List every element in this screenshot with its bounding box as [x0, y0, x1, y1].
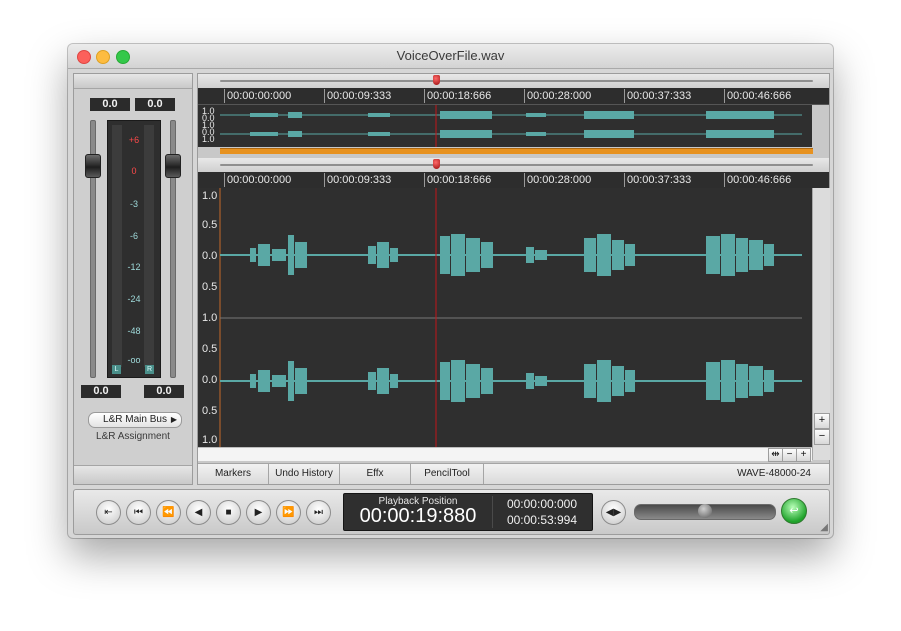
zoom-to-fit-button[interactable]: ⇹ [768, 448, 783, 462]
bus-assignment-label: L&R Main Bus [103, 414, 167, 425]
overview-scrub-line [220, 80, 813, 82]
main-waveform-graphic [219, 188, 802, 447]
selection-range-bar[interactable] [220, 148, 813, 154]
meter-scale-label: 0 [131, 166, 137, 176]
ruler-label: 00:00:18:666 [424, 173, 491, 187]
return-icon[interactable]: ↩ [781, 498, 807, 524]
vertical-zoom-out-button[interactable]: − [814, 429, 830, 445]
display-divider [492, 496, 493, 528]
ruler-label: 00:00:28:000 [524, 89, 591, 103]
tab-markers[interactable]: Markers [198, 464, 269, 484]
go-to-start-button[interactable]: ⇤ [96, 500, 121, 525]
triangle-right-icon: ▶ [170, 415, 177, 424]
overview-playhead-handle[interactable] [433, 75, 440, 85]
meter-scale-label: +6 [128, 135, 140, 145]
main-scrub-bar[interactable] [198, 158, 829, 172]
left-fader-value: 0.0 [90, 98, 130, 111]
ruler-label: 00:00:37:333 [624, 89, 691, 103]
playback-position-display: Playback Position 00:00:19:880 00:00:00:… [343, 493, 593, 531]
main-waveform[interactable]: 1.0 0.5 0.0 0.5 1.0 0.5 0.0 0.5 1.0 [198, 188, 812, 447]
ruler-label: 00:00:00:000 [224, 89, 291, 103]
title-bar: VoiceOverFile.wav [68, 44, 833, 69]
overview-waveform-graphic [220, 105, 802, 147]
ruler-label: 00:00:00:000 [224, 173, 291, 187]
horizontal-zoom-out-button[interactable]: − [782, 448, 797, 462]
bottom-tab-bar: Markers Undo History Effx PencilTool WAV… [198, 463, 829, 484]
right-fader-knob[interactable] [165, 154, 181, 178]
overview-time-ruler[interactable]: 00:00:00:000 00:00:09:333 00:00:18:666 0… [198, 88, 829, 105]
play-reverse-button[interactable]: ◀ [186, 500, 211, 525]
meter-scale-label: -6 [129, 231, 138, 241]
previous-marker-button[interactable]: ⏮ [126, 500, 151, 525]
tab-undo-history[interactable]: Undo History [269, 464, 340, 484]
main-playhead-handle[interactable] [433, 159, 440, 169]
resize-grip-icon[interactable]: ◢ [820, 522, 828, 533]
left-channel-label: L [112, 365, 121, 374]
ruler-label: 00:00:37:333 [624, 173, 691, 187]
bus-assignment-caption: L&R Assignment [96, 431, 170, 442]
bus-assignment-button[interactable]: L&R Main Bus ▶ [88, 412, 182, 428]
left-peak-value: 0.0 [81, 385, 121, 398]
right-channel-label: R [145, 365, 154, 374]
left-fader-knob[interactable] [85, 154, 101, 178]
overview-scrub-bar[interactable] [198, 74, 829, 88]
vertical-zoom-in-button[interactable]: + [814, 413, 830, 429]
app-window: VoiceOverFile.wav 0.0 0.0 +6 0 -3 -6 -12… [68, 44, 833, 538]
main-scrub-line [220, 164, 813, 166]
transport-bar: ⇤ ⏮ ⏪ ◀ ■ ▶ ⏩ ⏭ Playback Position 00:00:… [73, 489, 830, 535]
total-duration-time: 00:00:53:994 [506, 513, 578, 527]
meter-scale-label: -12 [127, 262, 141, 272]
horizontal-zoom-in-button[interactable]: + [796, 448, 811, 462]
meter-panel-header [74, 74, 192, 89]
level-meter: +6 0 -3 -6 -12 -24 -48 -oo L R [107, 120, 161, 378]
selection-start-time: 00:00:00:000 [506, 497, 578, 511]
tab-pencil-tool[interactable]: PencilTool [411, 464, 484, 484]
overview-waveform[interactable]: 1.0 0.0 1.0 0.0 1.0 [198, 105, 812, 147]
right-peak-value: 0.0 [144, 385, 184, 398]
right-fader-value: 0.0 [135, 98, 175, 111]
window-title: VoiceOverFile.wav [396, 48, 505, 63]
loop-playback-button[interactable]: ◀▶ [601, 500, 626, 525]
ruler-label: 00:00:46:666 [724, 173, 791, 187]
ruler-label: 00:00:28:000 [524, 173, 591, 187]
main-time-ruler[interactable]: 00:00:00:000 00:00:09:333 00:00:18:666 0… [198, 172, 829, 189]
tab-effx[interactable]: Effx [340, 464, 411, 484]
meter-scale-label: -oo [127, 355, 141, 365]
waveform-panel: 00:00:00:000 00:00:09:333 00:00:18:666 0… [197, 73, 830, 485]
meter-scale-label: -24 [127, 294, 141, 304]
meter-panel-footer [74, 465, 192, 484]
meter-scale-label: -48 [127, 326, 141, 336]
ruler-label: 00:00:46:666 [724, 89, 791, 103]
playback-speed-slider[interactable] [634, 504, 776, 520]
rewind-button[interactable]: ⏪ [156, 500, 181, 525]
stop-button[interactable]: ■ [216, 500, 241, 525]
playback-position-time: 00:00:19:880 [359, 505, 477, 527]
slider-knob[interactable] [698, 504, 712, 518]
go-to-end-button[interactable]: ⏭ [306, 500, 331, 525]
ruler-label: 00:00:09:333 [324, 173, 391, 187]
file-format-label: WAVE-48000-24 [737, 468, 811, 479]
level-meter-panel: 0.0 0.0 +6 0 -3 -6 -12 -24 -48 -oo L R 0… [73, 73, 193, 485]
meter-scale-label: -3 [129, 199, 138, 209]
ruler-label: 00:00:18:666 [424, 89, 491, 103]
horizontal-scrollbar[interactable]: ⇹ − + [198, 447, 812, 462]
play-button[interactable]: ▶ [246, 500, 271, 525]
fast-forward-button[interactable]: ⏩ [276, 500, 301, 525]
ruler-label: 00:00:09:333 [324, 89, 391, 103]
vertical-zoom-bar[interactable]: + − [812, 188, 830, 460]
